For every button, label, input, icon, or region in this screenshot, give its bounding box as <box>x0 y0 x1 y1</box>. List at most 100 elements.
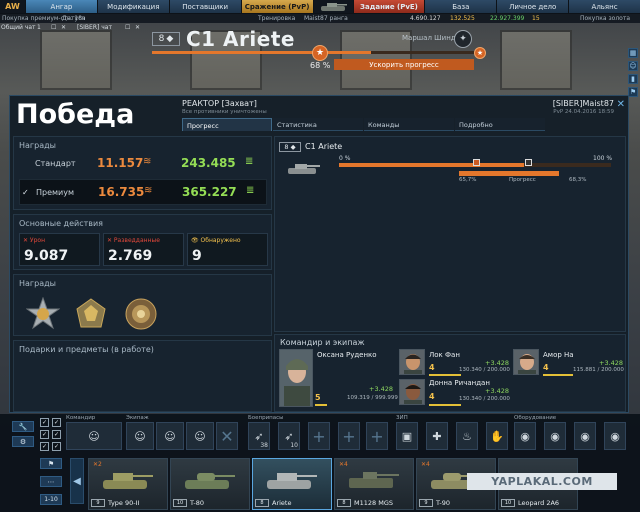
player-name: [SIBER]Maist87 <box>552 99 614 108</box>
repair-icon[interactable]: 🔧 <box>12 421 34 432</box>
tab-mission-pve[interactable]: Задание (PvE) <box>352 0 425 13</box>
auto-zip-checkbox[interactable]: ✓ <box>40 430 49 439</box>
auto-buy-checkbox[interactable]: ✓ <box>52 430 61 439</box>
top-navigation: AW Ангар Модификация Поставщики Сражение… <box>0 0 640 14</box>
chat-popout-icon[interactable]: ☐ <box>51 24 56 31</box>
tier-badge: 8 ◆ <box>152 32 180 46</box>
silver-icon: ≋ <box>143 156 152 167</box>
tab-modification[interactable]: Модификация <box>96 0 169 13</box>
game-logo[interactable]: AW <box>0 0 25 13</box>
equipment-slot[interactable]: ◉ <box>574 422 596 450</box>
tab-suppliers[interactable]: Поставщики <box>168 0 241 13</box>
equipment-slot[interactable]: ◉ <box>514 422 536 450</box>
page-indicator[interactable]: 1-10 <box>40 494 62 505</box>
actions-panel: Основные действия ✕ Урон 9.087 ✕ Разведд… <box>13 214 272 270</box>
tank-xp-fill <box>339 163 524 167</box>
zip-medkit-icon[interactable]: ✚ <box>426 422 448 450</box>
premium-check-icon: ✓ <box>22 188 29 197</box>
ammo-count: 38 <box>260 442 268 449</box>
xp-icon: ≣ <box>245 156 254 167</box>
card-badge: ✕2 <box>93 461 102 468</box>
add-ammo-slot[interactable]: + <box>308 422 330 450</box>
medal-silver-star-icon[interactable] <box>26 297 60 331</box>
flag-icon[interactable]: ⚑ <box>628 87 638 97</box>
xp-start-label: 0 % <box>339 155 351 162</box>
tab-personal-file[interactable]: Личное дело <box>496 0 569 13</box>
crew-name: Донна Ричандан <box>429 379 490 387</box>
empty-crew-slot[interactable]: ✕ <box>216 422 238 450</box>
card-tier: 8 <box>255 499 269 507</box>
tab-progress[interactable]: Прогресс <box>182 118 272 131</box>
current-tank-slot[interactable] <box>312 0 353 13</box>
card-tier: 9 <box>91 499 105 507</box>
tank-card-selected[interactable]: 8 Ariete <box>252 458 332 510</box>
crew-level: 4 <box>429 363 435 372</box>
medal-wreath-icon[interactable] <box>124 297 158 331</box>
add-ammo-slot[interactable]: + <box>338 422 360 450</box>
crew-level: 4 <box>543 363 549 372</box>
chart-icon[interactable]: ▮ <box>628 74 638 84</box>
tank-card[interactable]: 10 T-80 <box>170 458 250 510</box>
crew-portrait[interactable] <box>399 349 425 375</box>
zip-toolbox-icon[interactable]: ▣ <box>396 422 418 450</box>
sort-icon[interactable]: ⋯ <box>40 476 62 487</box>
equipment-slot[interactable]: ◉ <box>544 422 566 450</box>
crew-face-icon <box>514 350 538 374</box>
filter-icon[interactable]: ⚑ <box>40 458 62 469</box>
chat-popout-icon[interactable]: ☐ <box>125 24 130 31</box>
tab-statistics[interactable]: Статистика <box>273 118 363 131</box>
tab-base[interactable]: База <box>424 0 497 13</box>
ammo-slot-apfsds[interactable]: ➶ 38 <box>248 422 270 450</box>
tab-teams[interactable]: Команды <box>364 118 454 131</box>
equipment-slot[interactable]: ◉ <box>604 422 626 450</box>
premium-reward-row[interactable]: ✓ Премиум 16.735 ≋ 365.227 ≣ <box>19 179 267 205</box>
crew-xp-total: 109.319 / 999.999 <box>347 395 398 401</box>
silver-icon: ≋ <box>144 185 153 196</box>
ammo-slot-heat[interactable]: ➶ 10 <box>278 422 300 450</box>
right-column: 8 ◆ C1 Ariete 0 % 100 % 65,7% Прогресс 6… <box>274 136 626 412</box>
medal-eagle-icon[interactable] <box>74 297 108 331</box>
tab-battle-pvp[interactable]: Сражение (PvP) <box>240 0 313 13</box>
xp-icon: ≣ <box>246 185 255 196</box>
crew-slot[interactable]: ☺ <box>156 422 184 450</box>
chat-clan[interactable]: [SIBER] чат <box>77 24 112 31</box>
commander-slot[interactable]: ☺ <box>66 422 122 450</box>
crew-slot[interactable]: ☺ <box>126 422 154 450</box>
close-icon[interactable]: ✕ <box>617 99 625 110</box>
xp-progress-label: Прогресс <box>509 177 536 183</box>
carousel-prev-button[interactable]: ◀ <box>70 458 84 504</box>
star-icon: ★ <box>312 45 328 61</box>
speed-up-progress-button[interactable]: Ускорить прогресс <box>334 59 474 70</box>
gifts-title: Подарки и предметы (в работе) <box>19 345 154 354</box>
chat-close-icon[interactable]: ✕ <box>61 24 66 31</box>
tank-card[interactable]: ✕2 9 Type 90-II <box>88 458 168 510</box>
commander-portrait[interactable] <box>279 349 313 407</box>
pilot-icon[interactable]: ☺ <box>628 61 638 71</box>
buy-gold-link[interactable]: Покупка золота <box>580 15 630 22</box>
add-ammo-slot[interactable]: + <box>366 422 388 450</box>
auto-equip-checkbox[interactable]: ✓ <box>52 442 61 451</box>
tank-list-icon[interactable]: ▦ <box>628 48 638 58</box>
tab-alliance[interactable]: Альянс <box>568 0 640 13</box>
tab-details[interactable]: Подробно <box>455 118 545 131</box>
crew-xp-gain: +3.428 <box>485 387 510 395</box>
tank-progress-fill <box>152 51 371 54</box>
tab-hangar[interactable]: Ангар <box>25 0 97 13</box>
crew-portrait[interactable] <box>399 379 425 405</box>
settings-icon[interactable]: ⚙ <box>12 436 34 447</box>
silver-amount: 4.690.127 <box>410 15 441 22</box>
crew-xp-bar <box>315 404 327 406</box>
zip-extinguisher-icon[interactable]: ♨ <box>456 422 478 450</box>
auto-repair-checkbox[interactable]: ✓ <box>40 418 49 427</box>
crew-slot[interactable]: ☺ <box>186 422 214 450</box>
chat-close-icon[interactable]: ✕ <box>135 24 140 31</box>
auto-crew-checkbox[interactable]: ✓ <box>40 442 49 451</box>
zip-glove-icon[interactable]: ✋ <box>486 422 508 450</box>
card-tank-name: T-80 <box>190 499 204 507</box>
crew-xp-gain: +3.428 <box>599 359 624 367</box>
tank-card[interactable]: ✕4 8 M1128 MGS <box>334 458 414 510</box>
tank-icon <box>288 164 320 174</box>
chat-general[interactable]: Общий чат <box>1 24 36 31</box>
auto-ammo-checkbox[interactable]: ✓ <box>52 418 61 427</box>
crew-portrait[interactable] <box>513 349 539 375</box>
